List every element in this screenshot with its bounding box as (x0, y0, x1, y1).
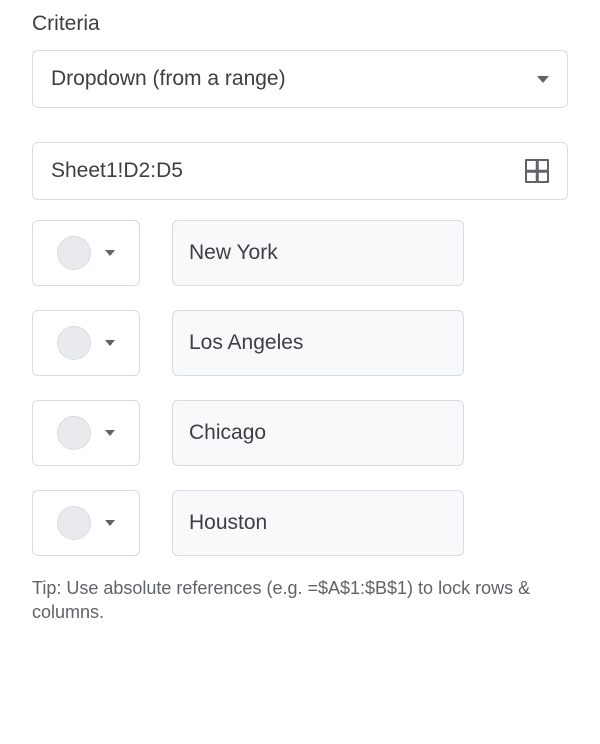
chevron-down-icon (105, 340, 115, 346)
color-swatch-icon (57, 236, 91, 270)
option-label: Houston (189, 511, 267, 535)
color-picker[interactable] (32, 400, 140, 466)
criteria-type-dropdown[interactable]: Dropdown (from a range) (32, 50, 568, 108)
option-row: New York (32, 220, 568, 286)
option-row: Chicago (32, 400, 568, 466)
option-value-box: Chicago (172, 400, 464, 466)
option-label: Chicago (189, 421, 266, 445)
option-label: New York (189, 241, 278, 265)
color-picker[interactable] (32, 310, 140, 376)
option-label: Los Angeles (189, 331, 303, 355)
range-value: Sheet1!D2:D5 (51, 159, 183, 183)
option-row: Los Angeles (32, 310, 568, 376)
option-value-box: New York (172, 220, 464, 286)
tip-text: Tip: Use absolute references (e.g. =$A$1… (32, 576, 568, 625)
color-swatch-icon (57, 416, 91, 450)
option-value-box: Houston (172, 490, 464, 556)
select-range-icon[interactable] (525, 159, 549, 183)
color-picker[interactable] (32, 490, 140, 556)
chevron-down-icon (537, 76, 549, 83)
chevron-down-icon (105, 430, 115, 436)
option-row: Houston (32, 490, 568, 556)
criteria-label: Criteria (32, 12, 568, 36)
option-value-box: Los Angeles (172, 310, 464, 376)
criteria-type-value: Dropdown (from a range) (51, 67, 286, 91)
color-picker[interactable] (32, 220, 140, 286)
color-swatch-icon (57, 326, 91, 360)
range-input[interactable]: Sheet1!D2:D5 (32, 142, 568, 200)
chevron-down-icon (105, 250, 115, 256)
chevron-down-icon (105, 520, 115, 526)
color-swatch-icon (57, 506, 91, 540)
